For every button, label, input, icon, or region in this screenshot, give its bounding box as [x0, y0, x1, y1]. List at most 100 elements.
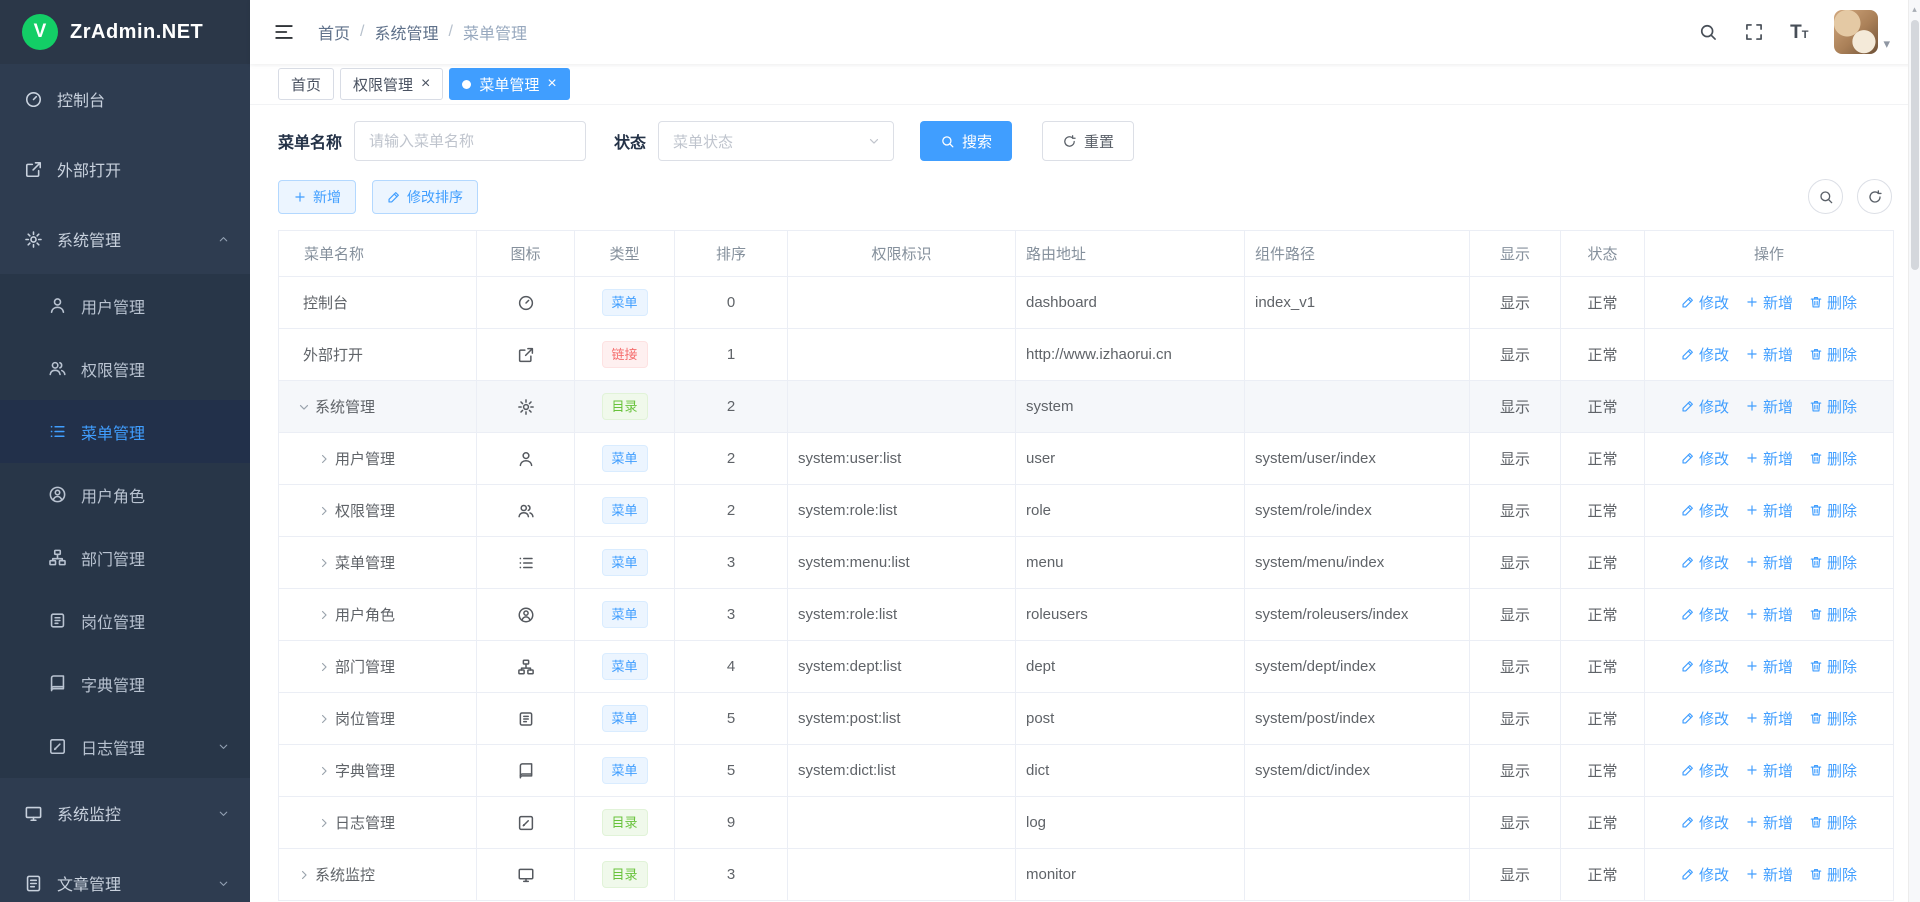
add-action-label: 新增: [1763, 708, 1793, 729]
delete-action[interactable]: 删除: [1809, 552, 1857, 573]
tabs-bar: 首页权限管理×菜单管理×: [250, 64, 1920, 105]
toggle-search-button[interactable]: [1808, 179, 1843, 214]
delete-action[interactable]: 删除: [1809, 344, 1857, 365]
status-select[interactable]: 菜单状态: [658, 121, 894, 161]
sidebar-item-label: 用户角色: [81, 483, 145, 507]
edit-action-label: 修改: [1699, 812, 1729, 833]
chevron-right-icon[interactable]: [317, 452, 331, 466]
add-action[interactable]: 新增: [1745, 396, 1793, 417]
edit-action[interactable]: 修改: [1681, 708, 1729, 729]
breadcrumb-item[interactable]: 首页: [318, 20, 350, 44]
delete-action[interactable]: 删除: [1809, 292, 1857, 313]
delete-action[interactable]: 删除: [1809, 812, 1857, 833]
gear-icon: [517, 398, 535, 416]
tab-权限管理[interactable]: 权限管理×: [340, 68, 443, 100]
add-action[interactable]: 新增: [1745, 448, 1793, 469]
tab-首页[interactable]: 首页: [278, 68, 334, 100]
delete-action[interactable]: 删除: [1809, 864, 1857, 885]
fullscreen-button[interactable]: [1744, 22, 1764, 42]
delete-action[interactable]: 删除: [1809, 396, 1857, 417]
tab-菜单管理[interactable]: 菜单管理×: [449, 68, 569, 100]
add-action[interactable]: 新增: [1745, 656, 1793, 677]
sidebar-item-external[interactable]: 外部打开: [0, 134, 250, 204]
scrollbar[interactable]: ▴: [1908, 0, 1920, 902]
chevron-right-icon[interactable]: [317, 504, 331, 518]
perm-value: system:role:list: [788, 485, 1016, 537]
menu-name-input[interactable]: [354, 121, 586, 161]
add-action[interactable]: 新增: [1745, 864, 1793, 885]
sidebar-item-dict[interactable]: 字典管理: [0, 652, 250, 715]
delete-action[interactable]: 删除: [1809, 604, 1857, 625]
delete-action[interactable]: 删除: [1809, 708, 1857, 729]
add-action[interactable]: 新增: [1745, 708, 1793, 729]
chevron-right-icon[interactable]: [317, 816, 331, 830]
scrollbar-thumb[interactable]: [1911, 20, 1919, 270]
sidebar-item-role[interactable]: 权限管理: [0, 337, 250, 400]
sidebar-item-user[interactable]: 用户管理: [0, 274, 250, 337]
sidebar-item-system[interactable]: 系统管理: [0, 204, 250, 274]
perm-value: system:menu:list: [788, 537, 1016, 589]
scroll-up-arrow[interactable]: ▴: [1909, 0, 1920, 15]
chevron-down-icon[interactable]: [297, 400, 311, 414]
edit-action[interactable]: 修改: [1681, 552, 1729, 573]
edit-action[interactable]: 修改: [1681, 604, 1729, 625]
add-action[interactable]: 新增: [1745, 292, 1793, 313]
sidebar-item-article[interactable]: 文章管理: [0, 848, 250, 902]
edit-action[interactable]: 修改: [1681, 656, 1729, 677]
user-menu[interactable]: ▾: [1834, 10, 1890, 54]
edit-action[interactable]: 修改: [1681, 760, 1729, 781]
sidebar-item-roleusers[interactable]: 用户角色: [0, 463, 250, 526]
sidebar-item-dept[interactable]: 部门管理: [0, 526, 250, 589]
user-avatar[interactable]: [1834, 10, 1878, 54]
chevron-right-icon[interactable]: [317, 712, 331, 726]
sidebar-item-menu[interactable]: 菜单管理: [0, 400, 250, 463]
add-action[interactable]: 新增: [1745, 604, 1793, 625]
reset-button[interactable]: 重置: [1042, 121, 1134, 161]
chevron-right-icon[interactable]: [317, 660, 331, 674]
add-button[interactable]: 新增: [278, 180, 356, 214]
header-search-button[interactable]: [1698, 22, 1718, 42]
refresh-table-button[interactable]: [1857, 179, 1892, 214]
add-action[interactable]: 新增: [1745, 760, 1793, 781]
sidebar-item-label: 菜单管理: [81, 420, 145, 444]
edit-action[interactable]: 修改: [1681, 448, 1729, 469]
font-size-button[interactable]: TT: [1790, 23, 1808, 42]
breadcrumb-separator: /: [360, 23, 364, 41]
perm-value: system:role:list: [788, 589, 1016, 641]
sidebar-item-log[interactable]: 日志管理: [0, 715, 250, 778]
edit-action[interactable]: 修改: [1681, 864, 1729, 885]
sidebar-item-monitor[interactable]: 系统监控: [0, 778, 250, 848]
filter-bar: 菜单名称 状态 菜单状态 搜索 重置: [250, 105, 1920, 161]
refresh-icon: [1062, 134, 1077, 149]
search-button[interactable]: 搜索: [920, 121, 1012, 161]
delete-action[interactable]: 删除: [1809, 500, 1857, 521]
sidebar-item-dashboard[interactable]: 控制台: [0, 64, 250, 134]
add-action[interactable]: 新增: [1745, 344, 1793, 365]
delete-action[interactable]: 删除: [1809, 656, 1857, 677]
edit-action[interactable]: 修改: [1681, 292, 1729, 313]
chevron-right-icon[interactable]: [317, 608, 331, 622]
add-action[interactable]: 新增: [1745, 500, 1793, 521]
chevron-right-icon[interactable]: [317, 764, 331, 778]
sidebar-item-post[interactable]: 岗位管理: [0, 589, 250, 652]
edit-action-label: 修改: [1699, 292, 1729, 313]
add-action[interactable]: 新增: [1745, 812, 1793, 833]
edit-action[interactable]: 修改: [1681, 396, 1729, 417]
chevron-right-icon[interactable]: [297, 868, 311, 882]
tab-close-icon[interactable]: ×: [421, 76, 430, 92]
article-icon: [24, 874, 43, 893]
chevron-right-icon[interactable]: [317, 556, 331, 570]
breadcrumb-item[interactable]: 系统管理: [374, 20, 438, 44]
tab-close-icon[interactable]: ×: [547, 76, 556, 92]
visible-value: 显示: [1470, 693, 1561, 745]
component-value: system/menu/index: [1245, 537, 1470, 589]
sidebar-toggle-button[interactable]: [264, 12, 304, 52]
edit-sort-button[interactable]: 修改排序: [372, 180, 478, 214]
delete-action[interactable]: 删除: [1809, 448, 1857, 469]
add-action[interactable]: 新增: [1745, 552, 1793, 573]
edit-action[interactable]: 修改: [1681, 812, 1729, 833]
edit-action[interactable]: 修改: [1681, 500, 1729, 521]
edit-action[interactable]: 修改: [1681, 344, 1729, 365]
delete-action[interactable]: 删除: [1809, 760, 1857, 781]
active-tab-dot: [462, 80, 471, 89]
